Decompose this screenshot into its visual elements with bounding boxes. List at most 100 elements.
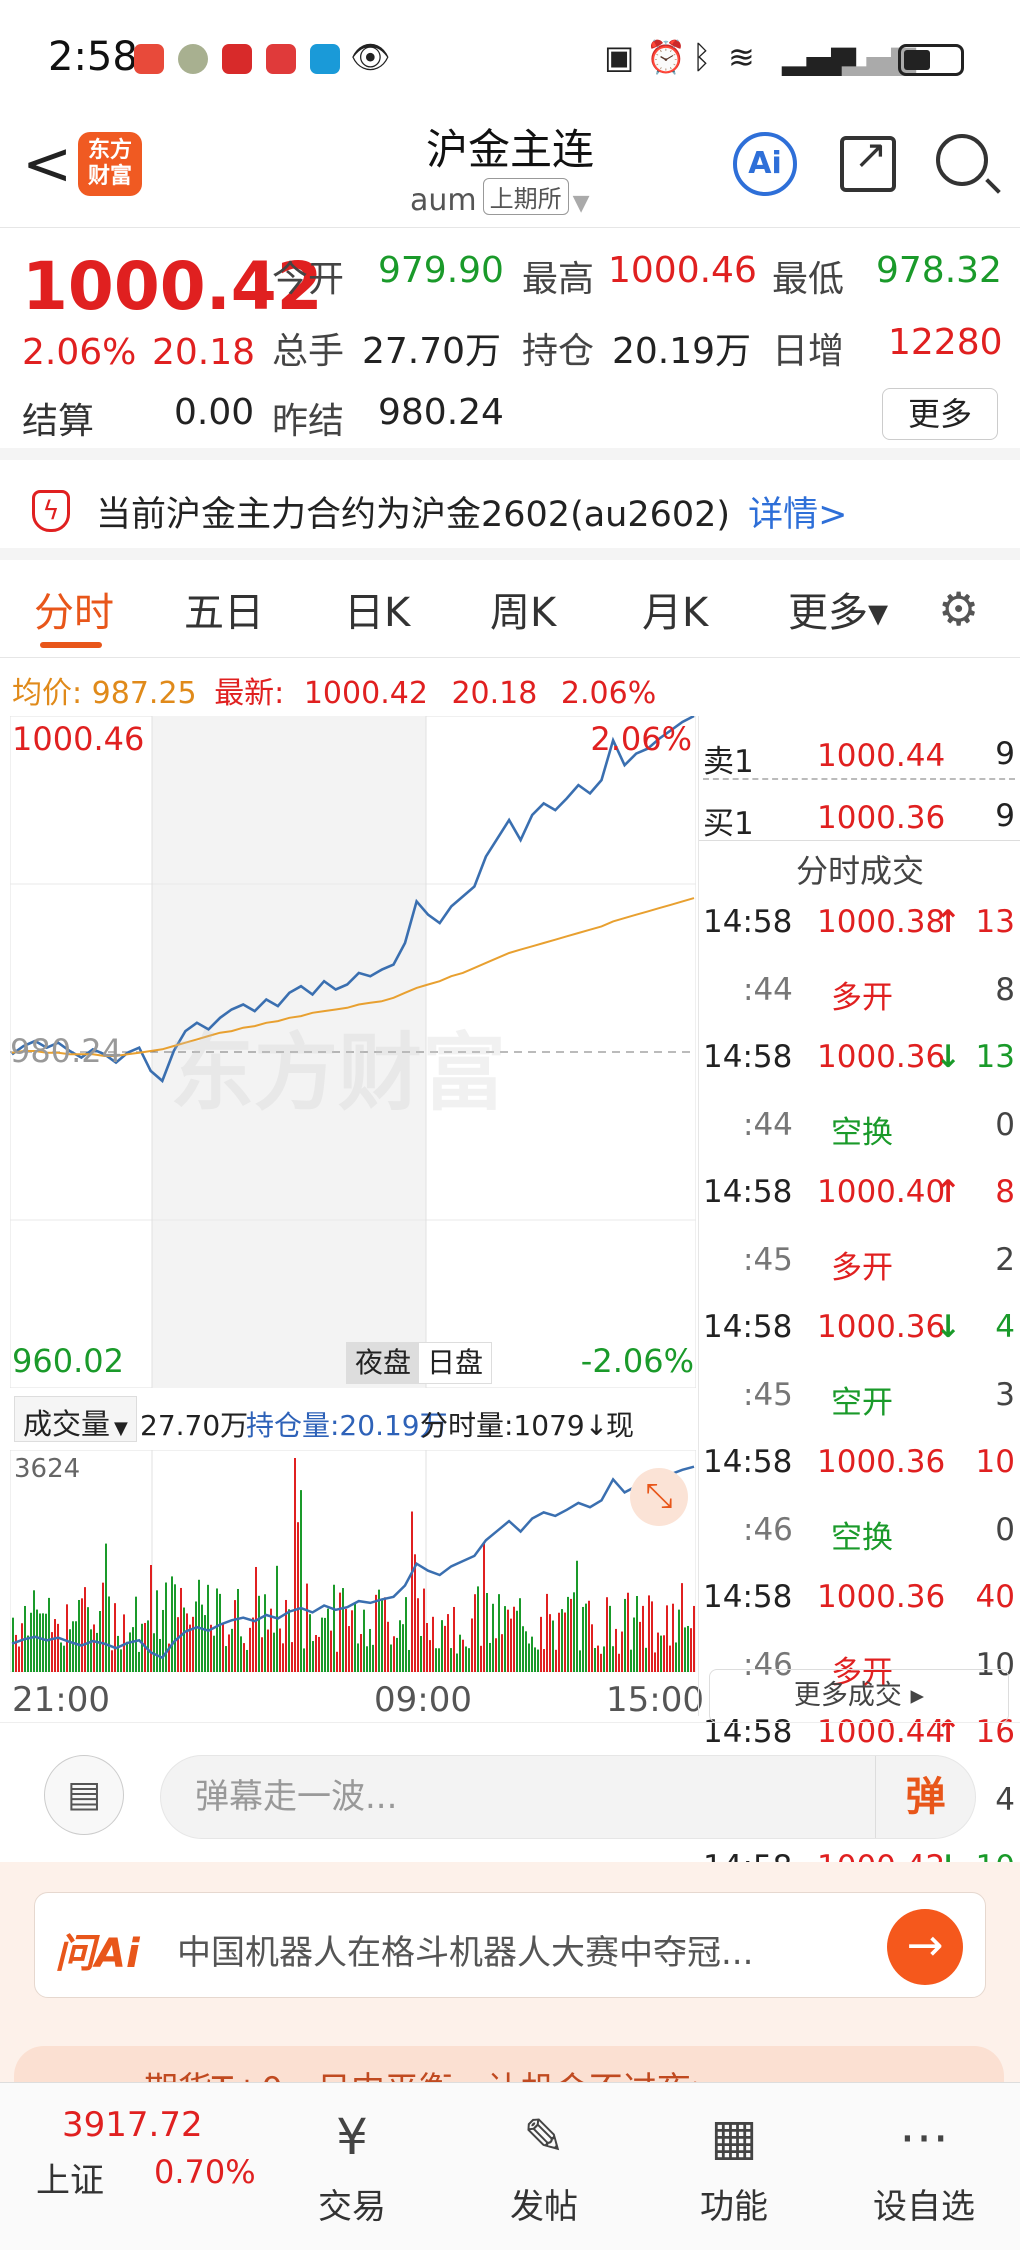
volume-bar: [240, 1636, 242, 1672]
search-icon[interactable]: [936, 134, 988, 186]
volume-bar: [543, 1649, 545, 1672]
volume-bar: [234, 1600, 236, 1672]
tab-intraday[interactable]: 分时: [34, 580, 114, 638]
more-trades-button[interactable]: 更多成交 ▸: [709, 1669, 1009, 1723]
volume-bar: [501, 1634, 503, 1672]
ask-row[interactable]: 卖1 1000.44 9: [699, 726, 1020, 786]
day-session-button[interactable]: 日盘: [419, 1343, 492, 1383]
volume-bar: [576, 1560, 578, 1672]
intraday-chart[interactable]: 东方财富 1000.46 2.06% 980.24 960.02 -2.06% …: [10, 716, 696, 1388]
notice-bar[interactable]: ϟ 当前沪金主力合约为沪金2602(au2602) 详情>: [0, 460, 1020, 560]
nav-trade[interactable]: ¥ 交易: [292, 2105, 412, 2228]
indicator-select[interactable]: 成交量 ▼: [14, 1396, 137, 1442]
tab-five-day[interactable]: 五日: [184, 580, 264, 638]
trade-time: 14:58: [703, 904, 793, 940]
volume-value: 27.70万: [362, 331, 502, 372]
volume-bar: [150, 1565, 152, 1672]
ai-button[interactable]: Ai: [733, 132, 797, 196]
nfc-icon: ▣: [604, 38, 635, 76]
oi-total: 持仓量:20.19万: [246, 1409, 448, 1442]
volume-bar: [369, 1628, 371, 1672]
volume-bar: [339, 1592, 341, 1672]
volume-bar: [201, 1604, 203, 1672]
more-button[interactable]: 更多: [882, 388, 998, 440]
volume-bar: [600, 1653, 602, 1672]
latest-percent: 2.06%: [560, 676, 657, 711]
chart-tabs: 分时 五日 日K 周K 月K 更多▾ ⚙: [0, 560, 1020, 658]
trade-volume: 10: [975, 1444, 1015, 1480]
volume-bar: [372, 1644, 374, 1672]
trade-seconds: :45: [743, 1377, 793, 1413]
top-header: < 东方财富 沪金主连 aum 上期所 ▼ Ai: [0, 110, 1020, 228]
tab-weekly-k[interactable]: 周K: [490, 580, 556, 638]
search-app-notification-icon: [310, 44, 340, 74]
nav-functions[interactable]: ▦ 功能: [674, 2105, 794, 2228]
exchange-dropdown-icon[interactable]: ▼: [573, 191, 590, 216]
arrow-right-icon[interactable]: →: [887, 1909, 963, 1985]
volume-bar: [429, 1640, 431, 1672]
volume-bar: [15, 1634, 17, 1672]
daily-inc-label: 日增: [772, 331, 845, 372]
tick-volume: 分时量:1079↓: [420, 1409, 609, 1442]
volume-bar: [312, 1641, 314, 1672]
volume-bar: [498, 1594, 500, 1672]
nav-post[interactable]: ✎ 发帖: [484, 2105, 604, 2228]
share-icon[interactable]: [840, 132, 896, 192]
trade-oi-change: 0: [995, 1512, 1015, 1548]
volume-bar: [483, 1543, 485, 1672]
volume-bar: [228, 1634, 230, 1672]
volume-bar: [120, 1649, 122, 1672]
open-label: 今开: [272, 259, 345, 300]
settle-label: 结算: [22, 401, 95, 442]
trade-seconds: :45: [743, 1242, 793, 1278]
volume-bar: [147, 1620, 149, 1672]
tab-more[interactable]: 更多▾: [788, 580, 888, 638]
volume-bar: [558, 1612, 560, 1672]
volume-bar: [54, 1619, 56, 1672]
gear-icon[interactable]: ⚙: [938, 582, 979, 636]
chevron-down-icon: ▼: [114, 1418, 128, 1439]
volume-bar: [459, 1634, 461, 1672]
volume-bar: [213, 1635, 215, 1672]
watermark: 东方财富: [170, 1024, 507, 1122]
volume-bar: [546, 1593, 548, 1672]
volume-bar: [78, 1599, 80, 1672]
ai-logo: 问Ai: [55, 1931, 140, 1977]
indicator-select-label: 成交量: [23, 1407, 111, 1441]
volume-bar: [621, 1631, 623, 1672]
volume-bar: [162, 1609, 164, 1672]
ai-question-card[interactable]: 问Ai 中国机器人在格斗机器人大赛中夺冠... →: [34, 1892, 986, 1998]
flash-icon: ϟ: [32, 490, 70, 532]
volume-chart[interactable]: 3624 ⤡: [10, 1450, 696, 1672]
volume-bar: [18, 1646, 20, 1672]
bid-row[interactable]: 买1 1000.36 9: [699, 788, 1020, 848]
volume-bar: [81, 1598, 83, 1672]
nav-watchlist[interactable]: ⋯ 设自选: [864, 2105, 984, 2228]
trade-direction-icon: ↓: [935, 1039, 961, 1075]
tab-monthly-k[interactable]: 月K: [642, 580, 708, 638]
oi-value: 20.19万: [612, 331, 752, 372]
exchange-badge[interactable]: 上期所: [482, 178, 569, 215]
volume-bar: [495, 1638, 497, 1672]
volume-bar: [426, 1623, 428, 1672]
volume-bar: [570, 1598, 572, 1672]
volume-bar: [42, 1613, 44, 1672]
danmu-toggle-button[interactable]: 弹: [875, 1756, 975, 1838]
ask-volume: 9: [995, 736, 1015, 772]
volume-bar: [141, 1623, 143, 1672]
volume-bar: [345, 1608, 347, 1672]
trade-direction-icon: ↑: [935, 1174, 961, 1210]
comment-settings-icon[interactable]: ▤: [44, 1755, 124, 1835]
volume-bar: [186, 1613, 188, 1672]
volume-bar: [360, 1634, 362, 1672]
avg-value: 987.25: [91, 676, 197, 711]
night-session-button[interactable]: 夜盘: [347, 1343, 420, 1383]
trade-time: 14:58: [703, 1039, 793, 1075]
notice-detail-link[interactable]: 详情>: [748, 495, 847, 535]
tab-daily-k[interactable]: 日K: [344, 580, 410, 638]
volume-bar: [87, 1607, 89, 1672]
volume-bar: [549, 1614, 551, 1672]
expand-icon[interactable]: ⤡: [630, 1468, 688, 1526]
danmu-input[interactable]: 弹幕走一波... 弹: [160, 1755, 976, 1839]
volume-bar: [456, 1653, 458, 1672]
